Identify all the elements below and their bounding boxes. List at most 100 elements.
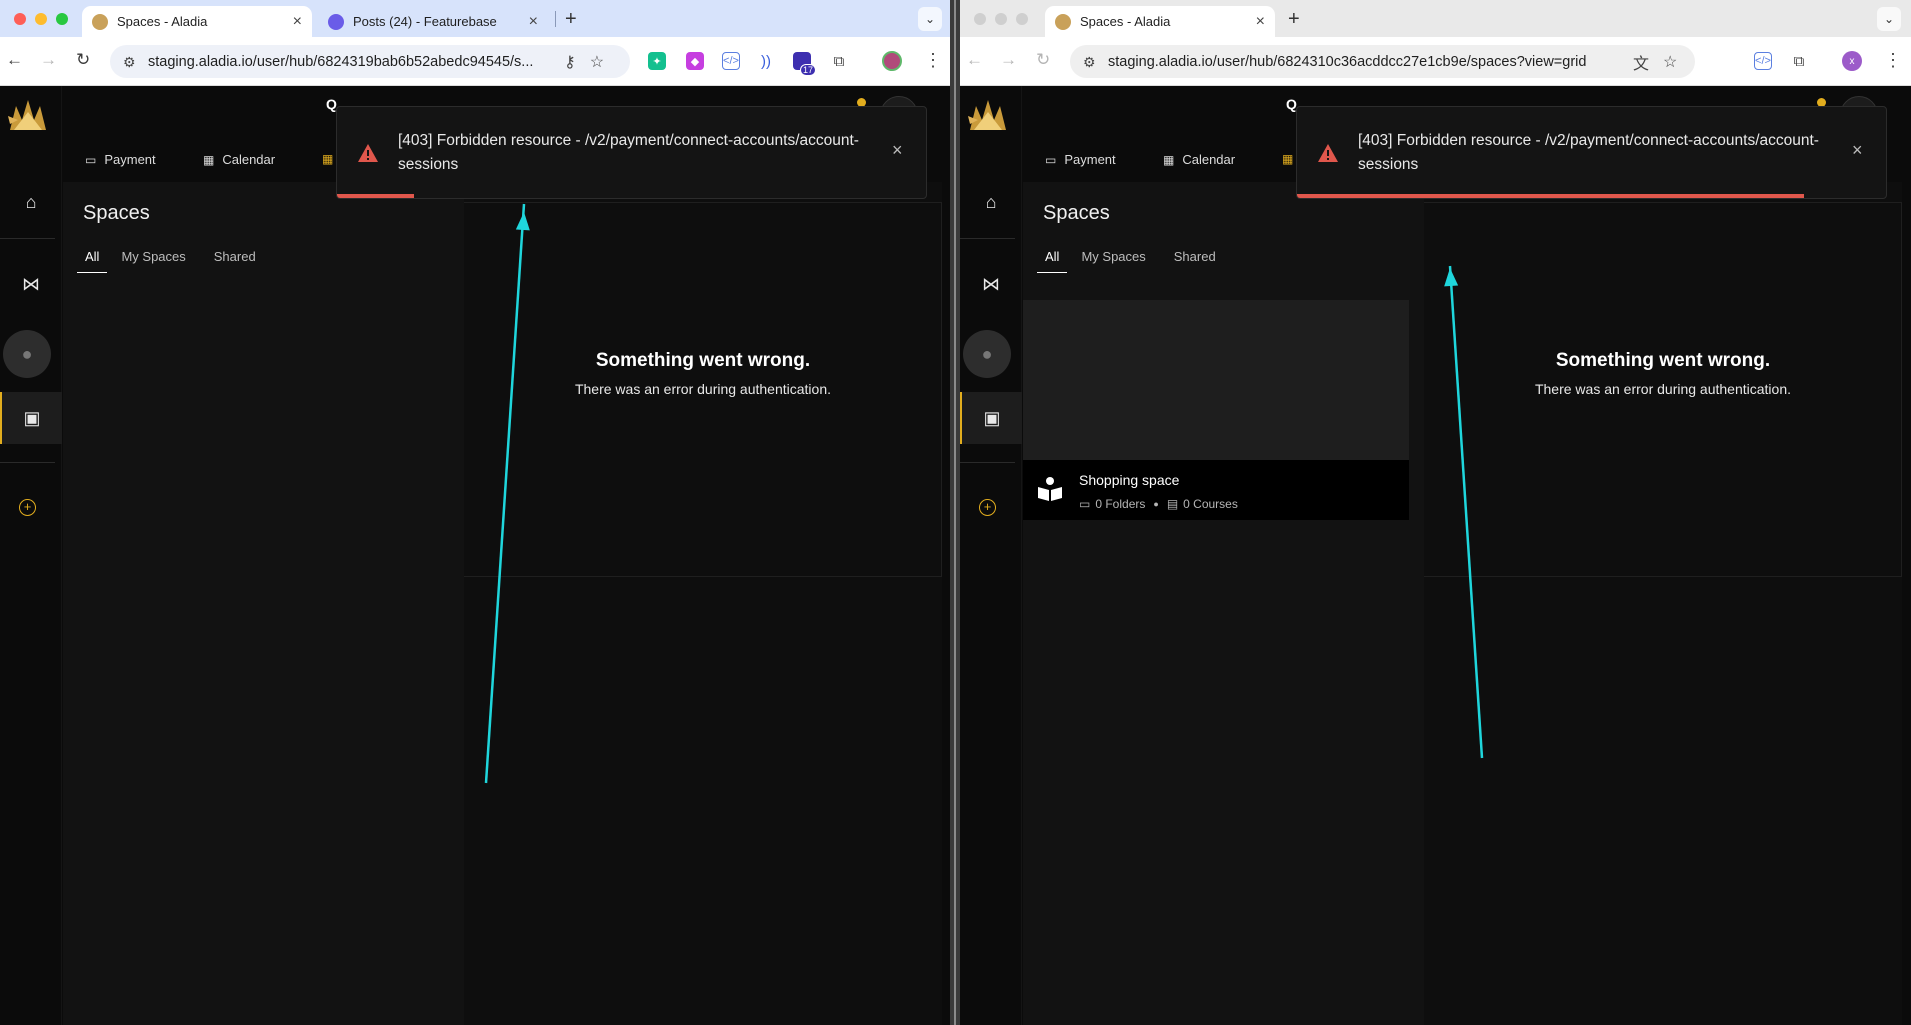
sidebar-item-spaces[interactable]: ▣	[0, 392, 62, 444]
space-courses: 0 Courses	[1183, 497, 1238, 511]
nav-calendar[interactable]: ▦ Calendar	[1163, 152, 1235, 167]
tab-all[interactable]: All	[1037, 249, 1068, 273]
minimize-window-button[interactable]	[35, 13, 47, 25]
book-reader-icon: ▣	[983, 407, 1001, 428]
toast-close-icon[interactable]: ×	[1852, 140, 1863, 161]
error-subtitle: There was an error during authentication…	[574, 381, 832, 397]
nav-gold-icon[interactable]: ▦	[322, 152, 333, 166]
tab-title: Spaces - Aladia	[117, 14, 208, 29]
close-window-button[interactable]	[14, 13, 26, 25]
profile-avatar[interactable]	[882, 51, 902, 71]
space-meta: ▭ 0 Folders ● ▤ 0 Courses	[1079, 497, 1238, 511]
nav-payment[interactable]: ▭ Payment	[85, 152, 156, 167]
tab-spaces-aladia[interactable]: Spaces - Aladia ×	[82, 6, 312, 37]
extension-pink-icon[interactable]: ◆	[686, 52, 704, 70]
bookmark-star-icon[interactable]: ☆	[1663, 52, 1677, 72]
forward-icon[interactable]: →	[40, 50, 57, 70]
nav-gold-icon[interactable]: ▦	[1282, 152, 1293, 166]
aladia-logo[interactable]	[966, 94, 1010, 138]
sidebar-divider	[960, 238, 1015, 239]
nav-payment-label: Payment	[1064, 152, 1116, 167]
translate-icon[interactable]: 文	[1633, 50, 1649, 74]
extension-badge-icon[interactable]: 17	[793, 52, 816, 76]
maximize-window-button[interactable]	[56, 13, 68, 25]
close-tab-icon[interactable]: ×	[1256, 13, 1265, 31]
close-tab-icon[interactable]: ×	[529, 13, 538, 31]
tab-search-button[interactable]: ⌄	[918, 7, 942, 31]
tab-my-spaces[interactable]: My Spaces	[1081, 249, 1159, 273]
nav-calendar-label: Calendar	[1182, 152, 1236, 167]
nav-payment[interactable]: ▭ Payment	[1045, 152, 1116, 167]
sidebar-divider	[960, 462, 1015, 463]
sidebar-item-store[interactable]: ⌂	[0, 176, 62, 228]
close-window-button[interactable]	[974, 13, 986, 25]
site-settings-icon[interactable]: ⚙	[123, 54, 136, 71]
browser-menu-icon[interactable]: ⋮	[924, 50, 942, 71]
back-icon[interactable]: ←	[966, 50, 983, 70]
nav-calendar-label: Calendar	[222, 152, 276, 167]
browser-window-left: Spaces - Aladia × Posts (24) - Featureba…	[0, 0, 950, 1025]
nav-payment-label: Payment	[104, 152, 156, 167]
tab-shared[interactable]: Shared	[1174, 249, 1230, 273]
tab-my-spaces[interactable]: My Spaces	[121, 249, 199, 273]
extensions-puzzle-icon[interactable]: ⧉	[1790, 52, 1808, 70]
share-icon: ⋈	[22, 273, 40, 294]
sidebar-item-share[interactable]: ⋈	[0, 258, 62, 310]
sidebar-user-avatar[interactable]: ●	[3, 330, 51, 378]
share-icon: ⋈	[982, 273, 1000, 294]
reload-icon[interactable]: ↻	[76, 50, 90, 70]
aladia-app: ⌂ ⋈ ● ▣ + Q ▭ Payment ▦ Calendar ▦ Spaces …	[960, 86, 1911, 1025]
extension-code-icon[interactable]: </>	[722, 52, 740, 70]
tab-search-button[interactable]: ⌄	[1877, 7, 1901, 31]
reload-icon[interactable]: ↻	[1036, 50, 1050, 70]
sidebar-user-avatar[interactable]: ●	[963, 330, 1011, 378]
tab-featurebase[interactable]: Posts (24) - Featurebase ×	[318, 6, 548, 37]
omnibox-actions: ⚷ ☆	[564, 45, 604, 78]
page-title: Spaces	[83, 202, 150, 224]
toast-close-icon[interactable]: ×	[892, 140, 903, 161]
spaces-panel: Spaces All My Spaces Shared Shopping spa…	[1023, 182, 1424, 1025]
tab-shared[interactable]: Shared	[214, 249, 270, 273]
spaces-panel: Spaces All My Spaces Shared	[63, 182, 464, 1025]
profile-avatar[interactable]: x	[1842, 51, 1862, 71]
close-tab-icon[interactable]: ×	[293, 13, 302, 31]
browser-menu-icon[interactable]: ⋮	[1884, 50, 1902, 71]
calendar-icon: ▦	[1163, 152, 1175, 167]
app-sidebar: ⌂ ⋈ ● ▣ +	[0, 86, 62, 1025]
browser-window-right: Spaces - Aladia × + ⌄ ← → ↻ ⚙ staging.al…	[960, 0, 1911, 1025]
calendar-icon: ▦	[203, 152, 215, 167]
user-icon: ●	[981, 343, 993, 364]
tab-spaces-aladia[interactable]: Spaces - Aladia ×	[1045, 6, 1275, 37]
book-reader-icon: ▣	[23, 407, 41, 428]
sidebar-item-store[interactable]: ⌂	[960, 176, 1022, 228]
new-tab-button[interactable]: +	[1288, 8, 1300, 31]
add-circle-icon[interactable]: +	[979, 499, 996, 516]
bookmark-star-icon[interactable]: ☆	[590, 52, 604, 72]
password-key-icon[interactable]: ⚷	[564, 52, 576, 72]
sidebar-item-spaces[interactable]: ▣	[960, 392, 1022, 444]
warning-icon	[1318, 144, 1338, 162]
extensions-puzzle-icon[interactable]: ⧉	[830, 52, 848, 70]
forward-icon[interactable]: →	[1000, 50, 1017, 70]
sidebar-item-share[interactable]: ⋈	[960, 258, 1022, 310]
address-bar[interactable]: ⚙ staging.aladia.io/user/hub/6824310c36a…	[1070, 45, 1695, 78]
new-tab-button[interactable]: +	[565, 8, 577, 31]
site-settings-icon[interactable]: ⚙	[1083, 54, 1096, 71]
user-icon: ●	[21, 343, 33, 364]
extension-code-icon[interactable]: </>	[1754, 52, 1772, 70]
add-circle-icon[interactable]: +	[19, 499, 36, 516]
window-controls	[974, 13, 1028, 25]
minimize-window-button[interactable]	[995, 13, 1007, 25]
extension-wave-icon[interactable]: ))	[757, 52, 775, 70]
maximize-window-button[interactable]	[1016, 13, 1028, 25]
nav-calendar[interactable]: ▦ Calendar	[203, 152, 275, 167]
space-name[interactable]: Shopping space	[1079, 472, 1179, 488]
tab-all[interactable]: All	[77, 249, 108, 273]
back-icon[interactable]: ←	[6, 50, 23, 70]
space-card[interactable]: Shopping space ▭ 0 Folders ● ▤ 0 Courses	[1023, 300, 1409, 520]
address-bar[interactable]: ⚙ staging.aladia.io/user/hub/6824319bab6…	[110, 45, 630, 78]
extension-bird-icon[interactable]: ✦	[648, 52, 666, 70]
error-subtitle: There was an error during authentication…	[1534, 381, 1792, 397]
error-title: Something went wrong.	[1555, 350, 1771, 371]
aladia-logo[interactable]	[6, 94, 50, 138]
